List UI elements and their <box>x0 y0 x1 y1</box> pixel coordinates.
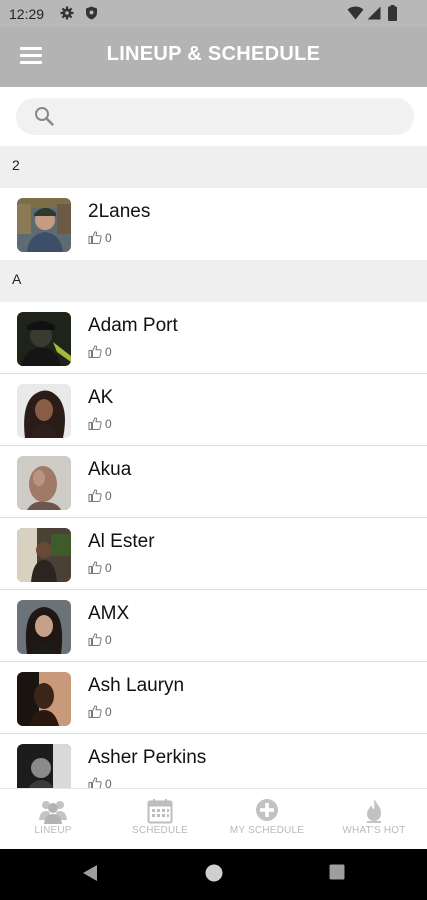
like-count: 0 <box>88 561 112 575</box>
like-count-value: 0 <box>105 345 112 359</box>
section-header-a: A <box>0 260 427 302</box>
settings-icon <box>60 6 74 23</box>
artist-name: 2Lanes <box>88 201 151 222</box>
search-bar-container <box>0 87 427 146</box>
status-bar: 12:29 <box>0 0 427 27</box>
thumbs-up-icon[interactable] <box>88 705 102 718</box>
artist-name: AMX <box>88 603 130 624</box>
nav-schedule[interactable]: SCHEDULE <box>107 789 213 850</box>
bottom-navigation: LINEUP SCHEDULE MY SCHEDULE WHAT'S HOT <box>0 788 427 849</box>
like-count-value: 0 <box>105 777 112 788</box>
nav-whats-hot-label: WHAT'S HOT <box>342 825 406 836</box>
artist-row-adam-port[interactable]: Adam Port 0 <box>0 302 427 374</box>
search-icon <box>35 107 54 126</box>
artist-row-2lanes[interactable]: 2Lanes 0 <box>0 188 427 260</box>
thumbs-up-icon[interactable] <box>88 417 102 430</box>
artist-name: Akua <box>88 459 132 480</box>
like-count: 0 <box>88 633 112 647</box>
shield-icon <box>85 6 98 23</box>
recents-icon[interactable] <box>329 864 345 885</box>
artist-name: AK <box>88 387 114 408</box>
artist-photo <box>17 600 71 654</box>
plus-circle-icon <box>256 799 278 821</box>
people-icon <box>39 801 67 824</box>
artist-row-asher-perkins[interactable]: Asher Perkins 0 <box>0 734 427 788</box>
home-icon[interactable] <box>205 864 223 887</box>
artist-row-akua[interactable]: Akua 0 <box>0 446 427 518</box>
thumbs-up-icon[interactable] <box>88 777 102 788</box>
artist-photo <box>17 198 71 252</box>
artist-photo <box>17 312 71 366</box>
like-count-value: 0 <box>105 417 112 431</box>
like-count-value: 0 <box>105 489 112 503</box>
system-navigation-bar <box>0 849 427 900</box>
thumbs-up-icon[interactable] <box>88 561 102 574</box>
section-header-2: 2 <box>0 146 427 188</box>
artist-photo <box>17 744 71 788</box>
artist-row-amx[interactable]: AMX 0 <box>0 590 427 662</box>
calendar-icon <box>147 799 173 824</box>
artist-photo <box>17 384 71 438</box>
artist-name: Asher Perkins <box>88 747 207 768</box>
artist-photo <box>17 528 71 582</box>
like-count: 0 <box>88 777 112 788</box>
like-count-value: 0 <box>105 231 112 245</box>
like-count: 0 <box>88 345 112 359</box>
thumbs-up-icon[interactable] <box>88 231 102 244</box>
nav-lineup[interactable]: LINEUP <box>0 789 106 850</box>
thumbs-up-icon[interactable] <box>88 633 102 646</box>
artist-name: Ash Lauryn <box>88 675 185 696</box>
signal-icon <box>367 6 381 23</box>
like-count: 0 <box>88 231 112 245</box>
flame-icon <box>367 799 381 823</box>
artist-row-al-ester[interactable]: Al Ester 0 <box>0 518 427 590</box>
nav-whats-hot[interactable]: WHAT'S HOT <box>321 789 427 850</box>
like-count: 0 <box>88 417 112 431</box>
artist-photo <box>17 672 71 726</box>
like-count-value: 0 <box>105 561 112 575</box>
like-count-value: 0 <box>105 705 112 719</box>
like-count: 0 <box>88 489 112 503</box>
nav-my-schedule-label: MY SCHEDULE <box>229 825 305 836</box>
artist-photo <box>17 456 71 510</box>
app-header: LINEUP & SCHEDULE <box>0 27 427 87</box>
artist-name: Al Ester <box>88 531 155 552</box>
artist-row-ak[interactable]: AK 0 <box>0 374 427 446</box>
page-title: LINEUP & SCHEDULE <box>106 43 321 65</box>
artist-name: Adam Port <box>88 315 178 336</box>
like-count: 0 <box>88 705 112 719</box>
back-icon[interactable] <box>82 864 98 887</box>
search-input[interactable] <box>62 98 402 135</box>
artist-row-ash-lauryn[interactable]: Ash Lauryn 0 <box>0 662 427 734</box>
nav-schedule-label: SCHEDULE <box>131 825 189 836</box>
status-time: 12:29 <box>9 6 45 22</box>
artist-list[interactable]: 2 2Lanes 0 A Adam Port 0 AK 0 Akua 0 Al … <box>0 146 427 788</box>
thumbs-up-icon[interactable] <box>88 345 102 358</box>
nav-lineup-label: LINEUP <box>34 825 72 836</box>
battery-icon <box>388 5 397 24</box>
nav-my-schedule[interactable]: MY SCHEDULE <box>214 789 320 850</box>
thumbs-up-icon[interactable] <box>88 489 102 502</box>
like-count-value: 0 <box>105 633 112 647</box>
wifi-icon <box>347 6 364 23</box>
search-bar[interactable] <box>16 98 414 135</box>
